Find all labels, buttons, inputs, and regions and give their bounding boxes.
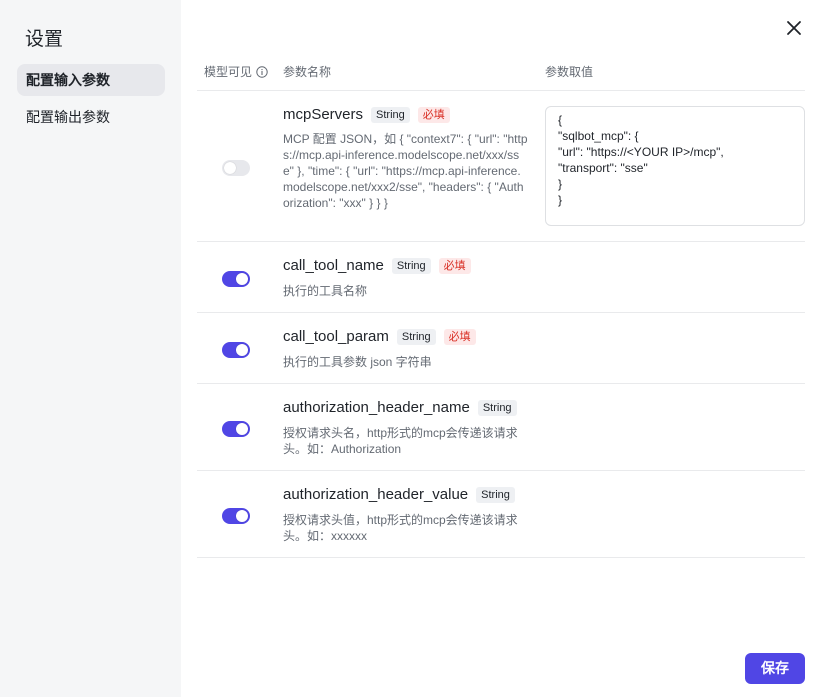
param-row-mcpservers: mcpServers String 必填 [283,106,450,123]
type-badge: String [371,106,410,123]
settings-title: 设置 [25,29,64,50]
visible-toggle-call-tool-name[interactable] [222,271,250,287]
type-badge: String [391,257,431,274]
header-param-value: 参数取值 [545,65,594,79]
divider [197,557,805,558]
type-badge: String [476,486,515,503]
visible-toggle-auth-header-name[interactable] [222,421,250,437]
param-name: call_tool_name [283,257,384,274]
header-visible: 模型可见 [204,63,268,81]
divider [197,312,805,313]
type-badge: String [477,399,517,416]
close-icon [787,21,801,35]
close-button[interactable] [784,18,804,38]
param-description: 执行的工具名称 [283,284,368,298]
param-row-call-tool-param: call_tool_param String 必填 [283,328,476,345]
sidebar: 设置 配置输入参数 配置输出参数 [0,0,181,697]
divider [197,383,805,384]
header-visible-label: 模型可见 [204,65,253,79]
param-name: call_tool_param [283,328,389,345]
param-row-auth-header-value: authorization_header_value String [283,486,515,503]
nav-item-output-params[interactable]: 配置输出参数 [17,101,165,133]
divider [197,470,805,471]
header-param-name: 参数名称 [283,65,332,79]
type-badge: String [396,328,436,345]
param-name: authorization_header_value [283,486,469,503]
param-description: 授权请求头名，http形式的mcp会传递该请求头。如：Authorization [283,426,518,456]
visible-toggle-call-tool-param[interactable] [222,342,250,358]
required-badge: 必填 [438,257,471,274]
info-icon[interactable] [256,66,268,81]
param-description: 执行的工具参数 json 字符串 [283,355,432,369]
required-badge: 必填 [443,328,476,345]
divider [197,90,805,91]
required-badge: 必填 [417,106,450,123]
param-row-call-tool-name: call_tool_name String 必填 [283,257,471,274]
param-description: 授权请求头值，http形式的mcp会传递该请求头。如：xxxxxx [283,513,518,543]
param-name: mcpServers [283,106,364,123]
param-row-auth-header-name: authorization_header_name String [283,399,517,416]
mcpservers-value-input[interactable]: { "sqlbot_mcp": { "url": "https://<YOUR … [545,106,805,226]
divider [197,241,805,242]
visible-toggle-mcpservers[interactable] [222,160,250,176]
save-button[interactable]: 保存 [745,653,805,684]
visible-toggle-auth-header-value[interactable] [222,508,250,524]
param-description: MCP 配置 JSON，如 { "context7": { "url": "ht… [283,132,528,210]
nav-item-input-params[interactable]: 配置输入参数 [17,64,165,96]
param-name: authorization_header_name [283,399,470,416]
